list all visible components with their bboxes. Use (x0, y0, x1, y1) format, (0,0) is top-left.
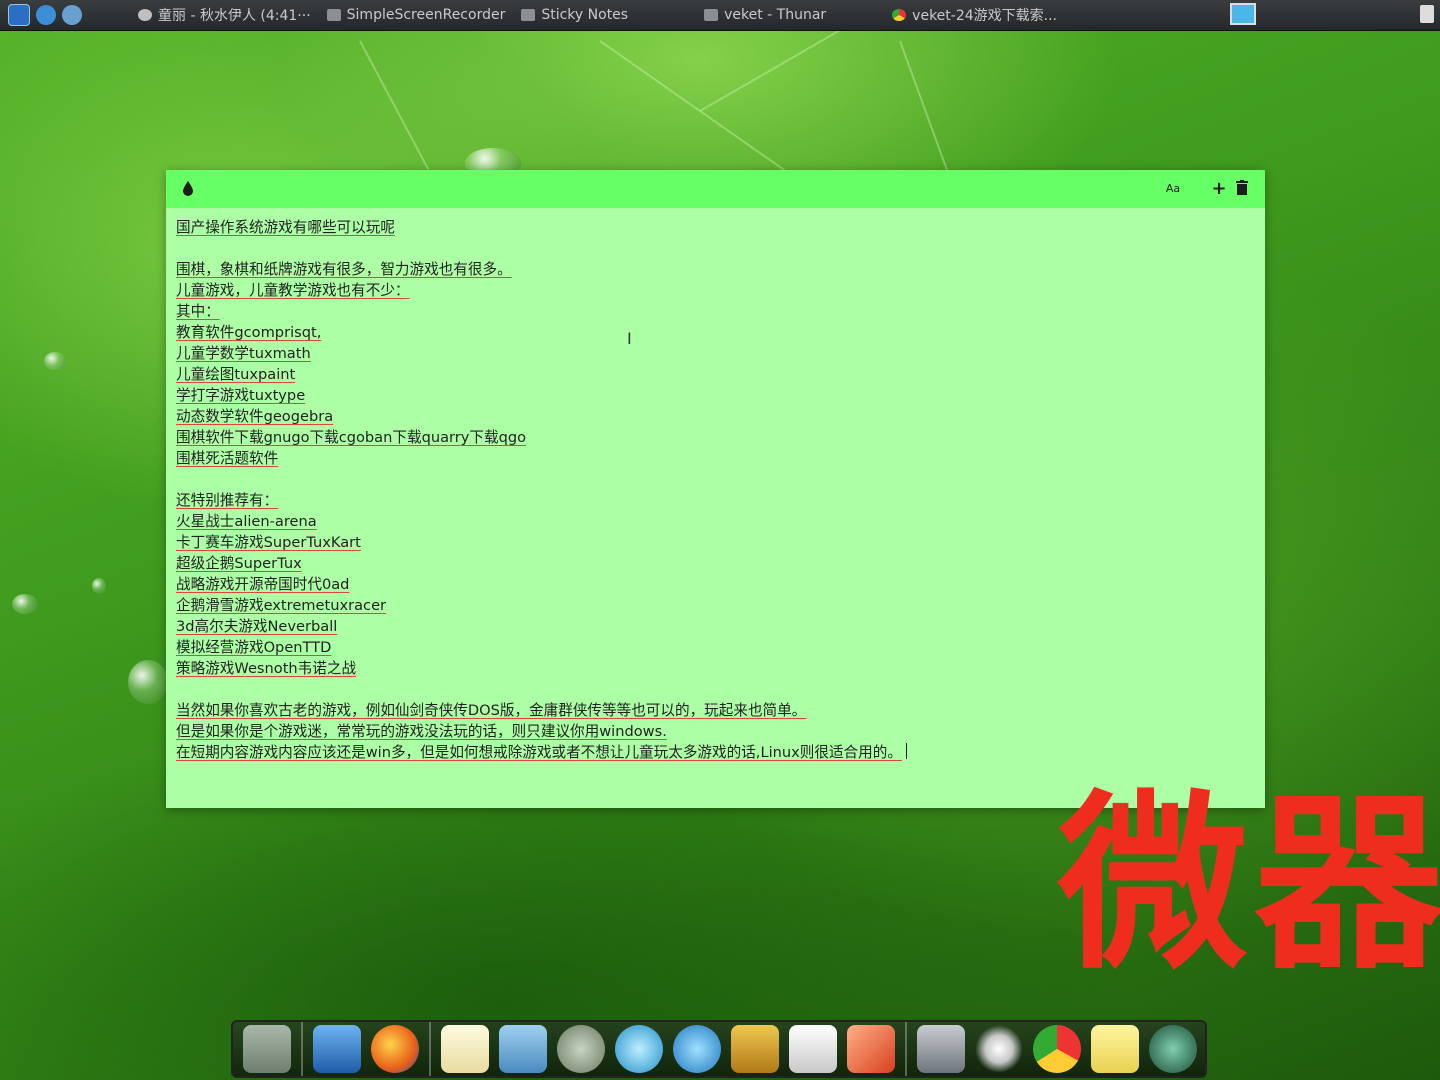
sticky-note[interactable]: Aa + 国产操作系统游戏有哪些可以玩呢 围棋，象棋和纸牌游戏有很多，智力游戏也… (166, 170, 1265, 808)
note-line: 动态数学软件geogebra (176, 408, 334, 425)
note-line: 卡丁赛车游戏SuperTuxKart (176, 534, 361, 551)
task-label: veket-24游戏下载索... (912, 8, 1057, 24)
add-note-icon[interactable]: + (1210, 180, 1228, 198)
note-line: 战略游戏开源帝国时代0ad (176, 576, 350, 593)
note-line: 模拟经营游戏OpenTTD (176, 639, 332, 656)
ibeam-cursor-icon: I (627, 329, 632, 348)
note-line: 儿童绘图tuxpaint (176, 366, 296, 383)
note-line: 儿童游戏，儿童教学游戏也有不少： (176, 282, 410, 299)
folder-icon (704, 9, 719, 21)
task-thunar[interactable]: veket - Thunar (696, 0, 834, 30)
note-line: 超级企鹅SuperTux (176, 555, 302, 572)
note-line: 但是如果你是个游戏迷，常常玩的游戏没法玩的话，则只建议你用windows. (176, 723, 667, 740)
note-line: 3d高尔夫游戏Neverball (176, 618, 338, 635)
note-line (176, 679, 1255, 700)
atom-icon[interactable] (615, 1025, 663, 1073)
firefox-icon[interactable] (371, 1025, 419, 1073)
task-media-player[interactable]: 童丽 - 秋水伊人 (4:41··· (130, 0, 319, 30)
globe-icon[interactable] (1149, 1025, 1197, 1073)
dock-separator (301, 1022, 303, 1076)
task-screen-recorder[interactable]: SimpleScreenRecorder (319, 0, 514, 30)
screenshot-icon[interactable] (8, 4, 30, 26)
note-line: 国产操作系统游戏有哪些可以玩呢 (176, 219, 395, 236)
water-drop (92, 578, 106, 594)
water-drop (12, 594, 38, 614)
note-line: 其中： (176, 303, 220, 320)
water-drop (44, 352, 66, 370)
delete-note-icon[interactable] (1233, 180, 1251, 198)
music-player-icon[interactable] (557, 1025, 605, 1073)
note-line: 围棋，象棋和纸牌游戏有很多，智力游戏也有很多。 (176, 261, 512, 278)
task-sticky-notes[interactable]: Sticky Notes (513, 0, 636, 30)
note-line: 策略游戏Wesnoth韦诺之战 (176, 660, 357, 677)
sticky-notes-icon[interactable] (1091, 1025, 1139, 1073)
note-line: 在短期内容游戏内容应该还是win多，但是如何想戒除游戏或者不想让儿童玩太多游戏的… (176, 742, 1255, 763)
desktop-icon[interactable] (243, 1025, 291, 1073)
settings-sun-icon[interactable] (975, 1025, 1023, 1073)
drive-icon[interactable] (917, 1025, 965, 1073)
spreadsheet-icon[interactable] (789, 1025, 837, 1073)
note-line: 围棋死活题软件 (176, 450, 279, 467)
computer-icon[interactable] (313, 1025, 361, 1073)
task-label: SimpleScreenRecorder (346, 7, 506, 23)
task-label: Sticky Notes (541, 7, 629, 23)
note-line: 当然如果你喜欢古老的游戏，例如仙剑奇侠传DOS版，金庸群侠传等等也可以的，玩起来… (176, 702, 807, 719)
desktop-wallpaper: 童丽 - 秋水伊人 (4:41··· SimpleScreenRecorder … (0, 0, 1440, 1080)
notebook-icon[interactable] (731, 1025, 779, 1073)
dock-separator (429, 1022, 431, 1076)
note-line: 围棋软件下载gnugo下载cgoban下载quarry下载qgo (176, 429, 527, 446)
note-line: 学打字游戏tuxtype (176, 387, 306, 404)
note-header[interactable]: Aa + (166, 170, 1265, 208)
water-drop (128, 660, 168, 704)
note-line: 儿童学数学tuxmath (176, 345, 311, 362)
note-line: 教育软件gcomprisqt, (176, 324, 322, 341)
quick-launch (0, 4, 130, 26)
note-line: 还特别推荐有： (176, 492, 279, 509)
window-icon (326, 9, 341, 21)
notes-tray-icon[interactable] (1420, 5, 1434, 23)
task-label: veket - Thunar (724, 7, 827, 23)
display-icon[interactable] (1230, 3, 1256, 25)
dock (231, 1020, 1207, 1078)
system-tray (1220, 0, 1440, 30)
watermark-logo: 微器 (1057, 774, 1440, 995)
note-text-area[interactable]: 国产操作系统游戏有哪些可以玩呢 围棋，象棋和纸牌游戏有很多，智力游戏也有很多。 … (166, 208, 1265, 763)
chrome-icon[interactable] (1033, 1025, 1081, 1073)
note-line (176, 238, 1255, 259)
task-chrome[interactable]: veket-24游戏下载索... (884, 0, 1065, 30)
note-line (176, 469, 1255, 490)
rocket-icon[interactable] (847, 1025, 895, 1073)
task-label: 童丽 - 秋水伊人 (4:41··· (158, 8, 311, 24)
note-line: 火星战士alien-arena (176, 513, 317, 530)
color-drop-icon[interactable] (179, 180, 197, 198)
window-icon (521, 9, 536, 21)
network-icon[interactable] (62, 5, 82, 25)
note-line: 企鹅滑雪游戏extremetuxracer (176, 597, 387, 614)
text-caret (905, 743, 907, 759)
font-format-icon[interactable]: Aa (1164, 180, 1182, 198)
media-play-icon[interactable] (673, 1025, 721, 1073)
chrome-icon (892, 9, 907, 21)
taskbar: 童丽 - 秋水伊人 (4:41··· SimpleScreenRecorder … (0, 0, 1440, 31)
media-player-icon (138, 9, 152, 21)
text-editor-icon[interactable] (441, 1025, 489, 1073)
checkmark-icon[interactable] (36, 5, 56, 25)
dock-separator (905, 1022, 907, 1076)
image-viewer-icon[interactable] (499, 1025, 547, 1073)
